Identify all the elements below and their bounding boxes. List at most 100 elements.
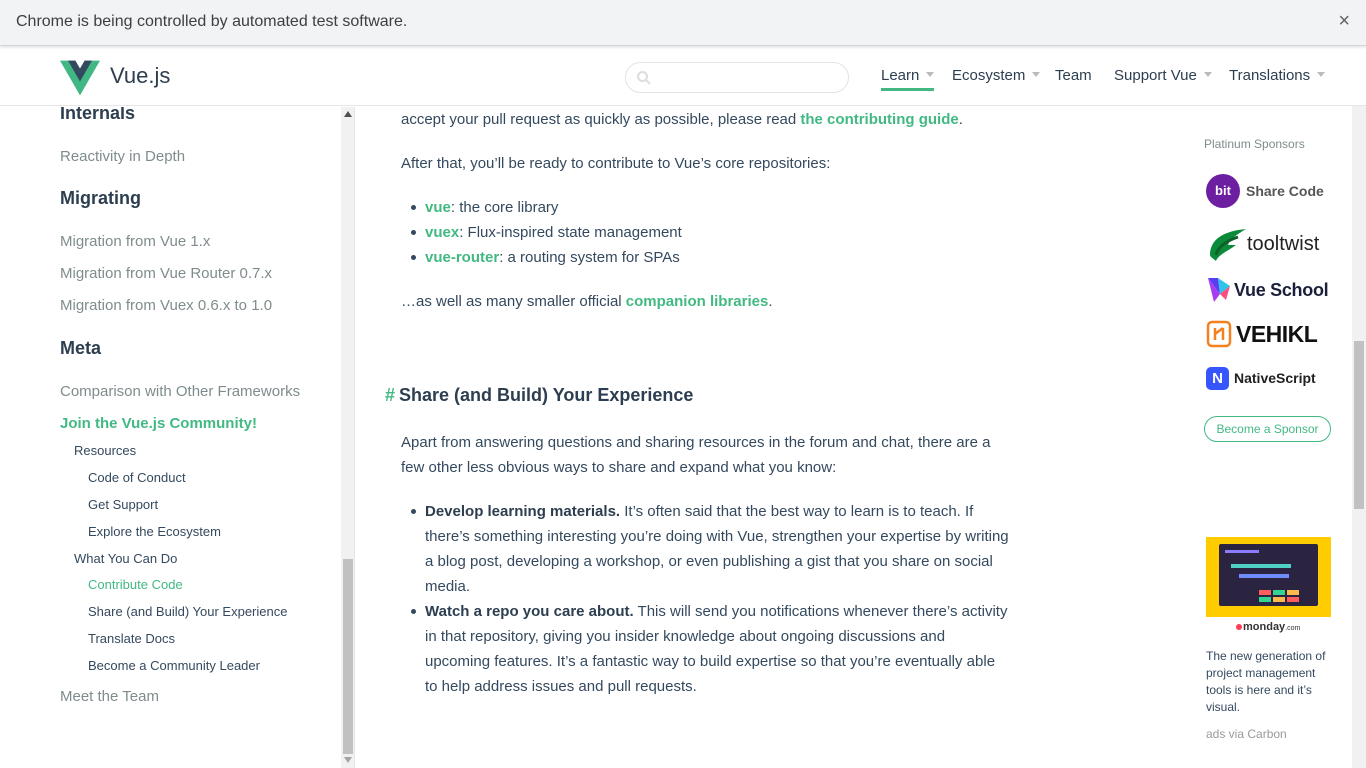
sidebar-item-what-you-can-do[interactable]: What You Can Do [74, 551, 177, 566]
vue-school-logo-icon [1208, 278, 1230, 302]
sidebar-item-join-community[interactable]: Join the Vue.js Community! [60, 415, 257, 432]
repo-desc: : the core library [450, 199, 559, 216]
bit-logo-icon: bit [1206, 174, 1240, 208]
sponsor-vue-school[interactable]: Vue School [1206, 270, 1329, 310]
repo-list: vue: the core library vuex: Flux-inspire… [401, 195, 1011, 270]
ad-text[interactable]: The new generation of project management… [1206, 648, 1331, 716]
list-item: vuex: Flux-inspired state management [401, 220, 1011, 245]
sidebar-item-comparison[interactable]: Comparison with Other Frameworks [60, 383, 300, 400]
ad-logo-text: monday [1243, 621, 1286, 633]
paragraph-end: . [768, 293, 773, 310]
sidebar-item-migration-vue[interactable]: Migration from Vue 1.x [60, 233, 210, 250]
nav-translations-label: Translations [1229, 67, 1311, 84]
sponsor-name: tooltwist [1247, 232, 1320, 255]
sidebar-item-contribute-code[interactable]: Contribute Code [88, 577, 183, 592]
paragraph-end: . [958, 111, 963, 128]
nav-ecosystem-label: Ecosystem [952, 67, 1026, 84]
sidebar: Internals Reactivity in Depth Migrating … [0, 107, 355, 768]
search-box[interactable] [625, 62, 849, 93]
scroll-up-arrow-icon[interactable] [344, 111, 352, 117]
repo-desc: : Flux-inspired state management [459, 224, 682, 241]
ad-screenshot [1219, 544, 1318, 606]
sponsor-bit[interactable]: bit Share Code [1206, 171, 1324, 211]
sidebar-item-community-leader[interactable]: Become a Community Leader [88, 658, 260, 673]
sidebar-item-share-experience[interactable]: Share (and Build) Your Experience [88, 604, 287, 619]
ad-logo-suffix: .com [1285, 625, 1301, 632]
bullet-title: Watch a repo you care about. [425, 603, 634, 620]
repo-desc: : a routing system for SPAs [499, 249, 680, 266]
sidebar-heading-internals: Internals [60, 107, 136, 123]
section-heading-text: Share (and Build) Your Experience [399, 385, 694, 405]
sponsor-name: Vue School [1234, 279, 1329, 300]
scroll-down-arrow-icon[interactable] [344, 757, 352, 763]
vue-link[interactable]: vue [425, 199, 451, 216]
sidebar-item-reactivity[interactable]: Reactivity in Depth [60, 148, 185, 165]
sidebar-item-code-of-conduct[interactable]: Code of Conduct [88, 470, 186, 485]
nav-learn-label: Learn [881, 67, 920, 84]
chevron-down-icon [1203, 72, 1212, 77]
nav-ecosystem[interactable]: Ecosystem [952, 67, 1041, 84]
paragraph-contributing: accept your pull request as quickly as p… [401, 107, 1001, 132]
sidebar-heading-meta: Meta [60, 338, 102, 358]
vehikl-logo-icon [1206, 320, 1232, 348]
paragraph-text: …as well as many smaller official [401, 293, 626, 310]
sponsor-name: Share Code [1246, 183, 1324, 199]
logo-link[interactable]: Vue.js [60, 60, 200, 96]
vue-router-link[interactable]: vue-router [425, 249, 499, 266]
monday-logo-icon [1236, 624, 1242, 630]
automation-infobar: Chrome is being controlled by automated … [0, 0, 1366, 46]
sidebar-item-explore-ecosystem[interactable]: Explore the Ecosystem [88, 524, 221, 539]
list-item: Develop learning materials. It’s often s… [401, 499, 1011, 599]
sponsor-tooltwist[interactable]: tooltwist [1206, 224, 1319, 264]
ad-via-carbon[interactable]: ads via Carbon [1206, 727, 1287, 741]
sidebar-item-migration-vuex[interactable]: Migration from Vuex 0.6.x to 1.0 [60, 297, 272, 314]
paragraph-share-intro: Apart from answering questions and shari… [401, 434, 991, 476]
companion-libraries-link[interactable]: companion libraries [626, 293, 769, 310]
list-item: vue: the core library [401, 195, 1011, 220]
vuex-link[interactable]: vuex [425, 224, 459, 241]
section-heading: # Share (and Build) Your Experience [385, 383, 693, 408]
search-icon [637, 71, 651, 85]
sponsor-name: NativeScript [1234, 370, 1316, 386]
ad-image[interactable] [1206, 537, 1331, 617]
sponsor-vehikl[interactable]: VEHIKL [1206, 314, 1318, 354]
chevron-down-icon [1032, 72, 1041, 77]
bullet-title: Develop learning materials. [425, 503, 621, 520]
nav-support-vue-label: Support Vue [1114, 67, 1197, 84]
sidebar-item-migration-router[interactable]: Migration from Vue Router 0.7.x [60, 265, 272, 282]
search-input[interactable] [658, 66, 838, 90]
sidebar-scroll-thumb[interactable] [343, 559, 353, 754]
list-item: vue-router: a routing system for SPAs [401, 245, 1011, 270]
infobar-message: Chrome is being controlled by automated … [16, 13, 408, 30]
nav-learn[interactable]: Learn [881, 67, 935, 91]
page-scrollbar[interactable] [1352, 47, 1366, 768]
tooltwist-logo-icon [1210, 229, 1246, 261]
sidebar-item-translate-docs[interactable]: Translate Docs [88, 631, 175, 646]
sidebar-item-meet-team[interactable]: Meet the Team [60, 688, 159, 705]
chevron-down-icon [926, 72, 935, 77]
sponsor-column: Platinum Sponsors bit Share Code tooltwi… [1176, 107, 1352, 768]
share-list: Develop learning materials. It’s often s… [401, 499, 1011, 699]
anchor-hash-link[interactable]: # [385, 385, 395, 405]
nav-team-label: Team [1055, 67, 1092, 84]
logo-text: Vue.js [110, 63, 171, 88]
main-content: accept your pull request as quickly as p… [356, 107, 1176, 768]
nav-support-vue[interactable]: Support Vue [1114, 67, 1212, 84]
contributing-guide-link[interactable]: the contributing guide [800, 111, 958, 128]
nativescript-logo-icon: N [1206, 366, 1229, 390]
become-sponsor-button[interactable]: Become a Sponsor [1204, 416, 1331, 442]
sponsor-nativescript[interactable]: N NativeScript [1206, 358, 1316, 398]
sidebar-heading-migrating: Migrating [60, 188, 141, 208]
close-icon[interactable]: × [1338, 11, 1350, 31]
paragraph-core-repos: After that, you’ll be ready to contribut… [401, 155, 831, 172]
ad-logo[interactable]: monday.com [1236, 621, 1300, 633]
sidebar-item-get-support[interactable]: Get Support [88, 497, 158, 512]
nav-team[interactable]: Team [1055, 67, 1092, 84]
sidebar-scrollbar[interactable] [341, 107, 354, 768]
list-item: Watch a repo you care about. This will s… [401, 599, 1011, 699]
page-scroll-thumb[interactable] [1354, 341, 1364, 509]
vue-logo-icon [60, 60, 100, 96]
nav-translations[interactable]: Translations [1229, 67, 1326, 84]
paragraph-text: accept your pull request as quickly as p… [401, 111, 801, 128]
sidebar-item-resources[interactable]: Resources [74, 443, 136, 458]
